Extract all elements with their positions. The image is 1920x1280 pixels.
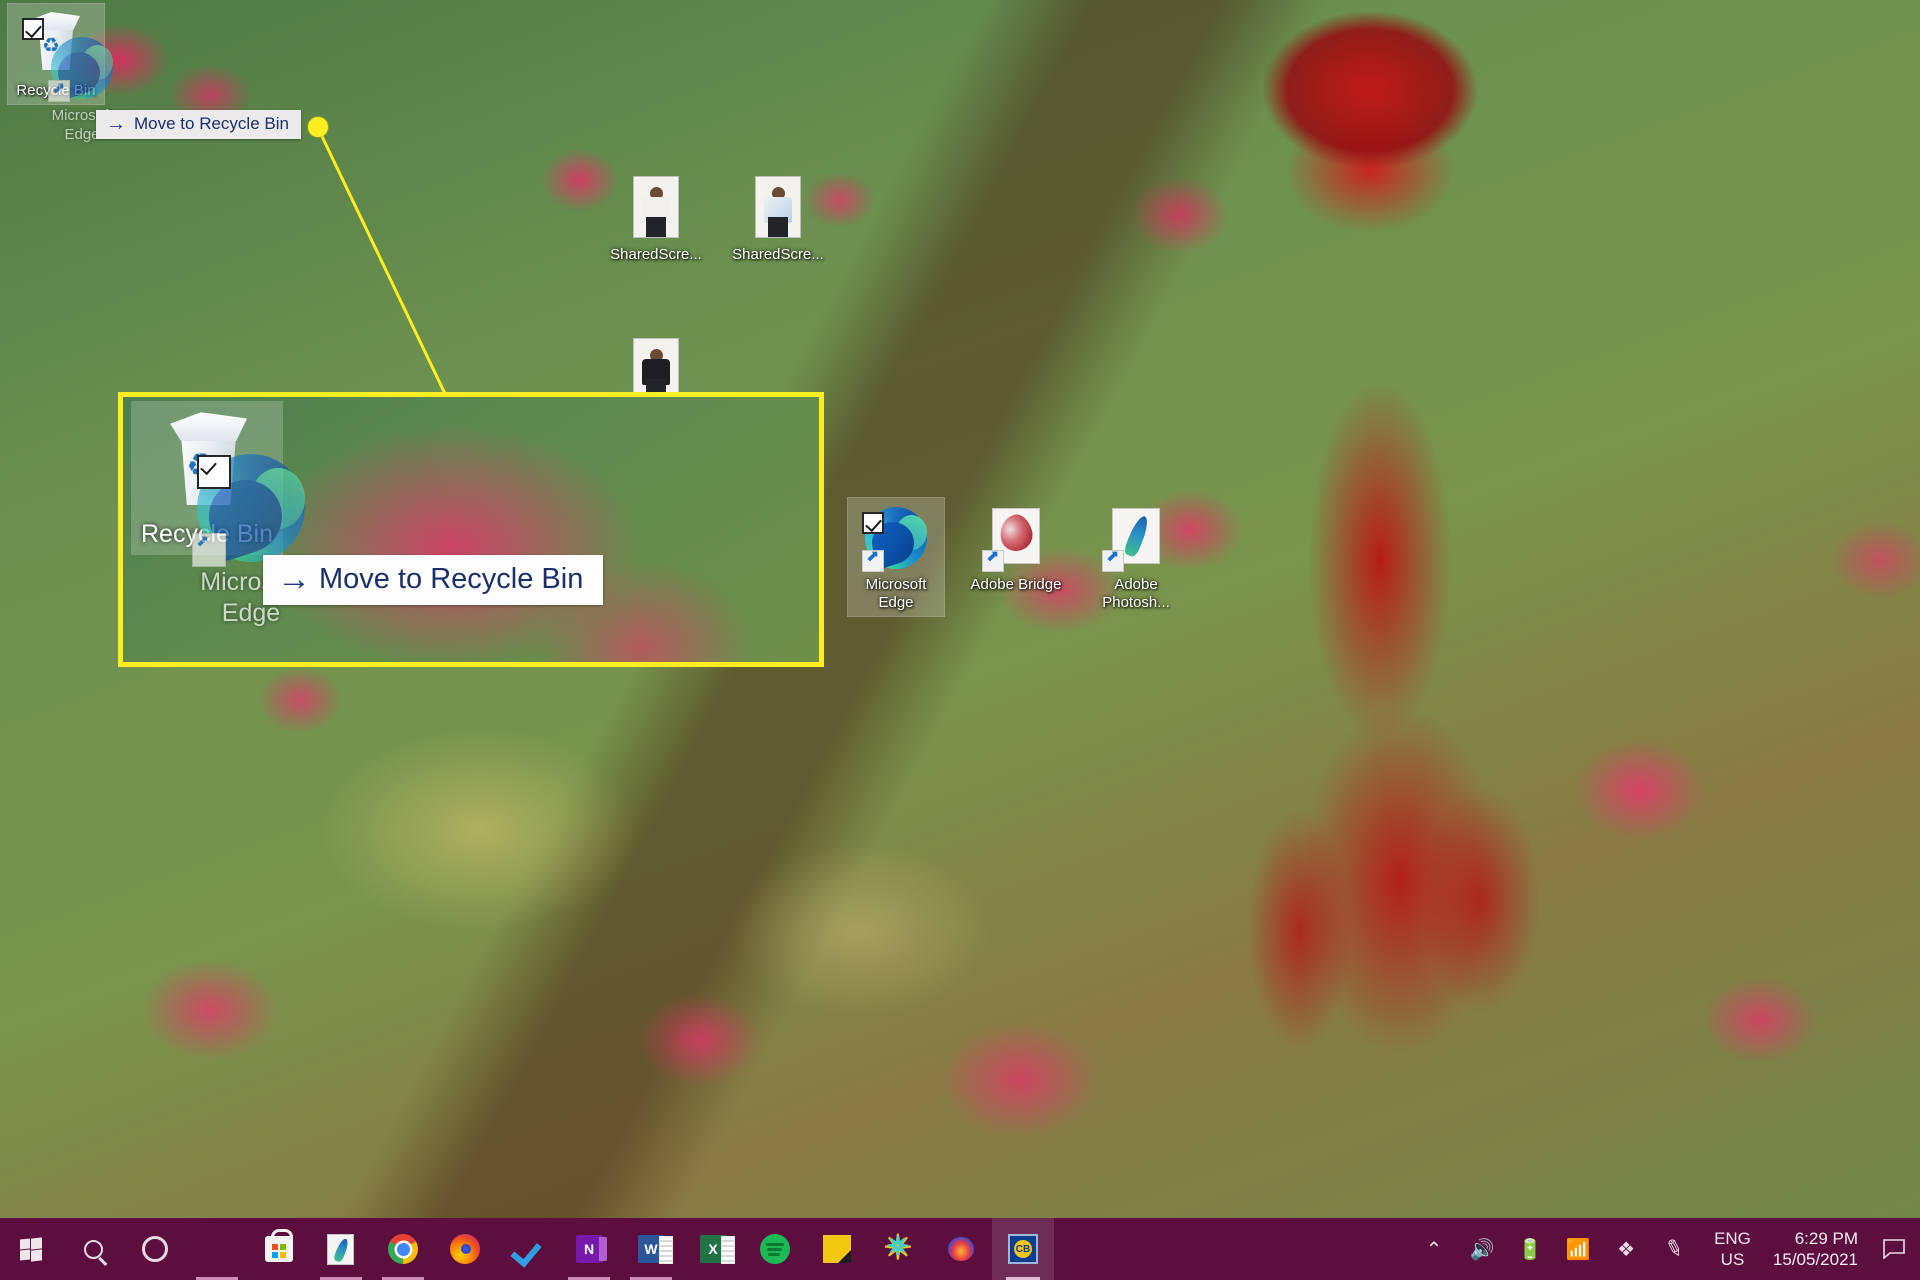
desktop[interactable]: ♻ Recycle Bin Microsoft Edge → Move to R… xyxy=(0,0,1920,1280)
taskbar-onenote-button[interactable]: N xyxy=(558,1218,620,1280)
onenote-icon: N xyxy=(575,1235,607,1263)
taskbar-mathematica-button[interactable] xyxy=(868,1218,930,1280)
wifi-icon[interactable]: 📶 xyxy=(1554,1218,1602,1280)
firefox-icon xyxy=(450,1234,480,1264)
selection-checkbox-icon[interactable] xyxy=(22,18,44,40)
show-hidden-icons-button[interactable]: ⌃ xyxy=(1410,1218,1458,1280)
taskbar-sticky-notes-button[interactable] xyxy=(806,1218,868,1280)
callout-drag-tooltip-text: Move to Recycle Bin xyxy=(319,562,584,595)
cortana-circle-icon xyxy=(142,1236,168,1262)
word-icon: W xyxy=(637,1235,673,1264)
annotation-callout-box: ♻ Recycle Bin Microsoft Edge xyxy=(118,392,824,667)
cortana-button[interactable] xyxy=(124,1218,186,1280)
star-burst-icon xyxy=(884,1228,914,1268)
shortcut-arrow-icon xyxy=(862,548,884,572)
excel-icon: X xyxy=(699,1235,735,1264)
store-icon xyxy=(265,1229,293,1262)
taskbar-cb-app-button[interactable]: CB xyxy=(992,1218,1054,1280)
cb-icon: CB xyxy=(1008,1234,1038,1264)
shortcut-arrow-icon xyxy=(192,531,226,567)
windows-logo-icon xyxy=(20,1237,42,1262)
action-center-icon xyxy=(1883,1239,1905,1259)
language-line1: ENG xyxy=(1714,1229,1751,1248)
language-line2: US xyxy=(1720,1250,1745,1269)
search-button[interactable] xyxy=(62,1218,124,1280)
taskbar-todo-button[interactable] xyxy=(496,1218,558,1280)
search-icon xyxy=(83,1239,103,1259)
taskbar-chrome-button[interactable] xyxy=(372,1218,434,1280)
language-indicator[interactable]: ENG US xyxy=(1698,1228,1767,1270)
headphones-icon xyxy=(946,1235,976,1263)
taskbar-store-button[interactable] xyxy=(248,1218,310,1280)
start-button[interactable] xyxy=(0,1218,62,1280)
spotify-icon xyxy=(760,1234,790,1264)
action-center-button[interactable] xyxy=(1872,1218,1916,1280)
sticky-note-icon xyxy=(823,1235,851,1263)
battery-charging-icon[interactable]: 🔋 xyxy=(1506,1218,1554,1280)
taskbar[interactable]: N W X CB xyxy=(0,1218,1920,1280)
shortcut-arrow-icon xyxy=(1102,548,1124,572)
photoshop-feather-icon xyxy=(325,1233,357,1265)
arrow-right-icon: → xyxy=(277,560,311,598)
taskbar-audio-app-button[interactable] xyxy=(930,1218,992,1280)
selection-checkbox-icon[interactable] xyxy=(862,512,884,534)
taskbar-firefox-button[interactable] xyxy=(434,1218,496,1280)
shortcut-arrow-icon xyxy=(982,548,1004,572)
pen-icon[interactable]: ✎ xyxy=(1642,1212,1707,1280)
callout-drag-tooltip: → Move to Recycle Bin xyxy=(263,555,604,605)
chrome-icon xyxy=(388,1234,418,1264)
clock-time: 6:29 PM xyxy=(1794,1229,1858,1248)
check-icon xyxy=(512,1234,542,1264)
taskbar-photoshop-button[interactable] xyxy=(310,1218,372,1280)
clock-date: 15/05/2021 xyxy=(1772,1250,1858,1269)
clock[interactable]: 6:29 PM 15/05/2021 xyxy=(1767,1228,1872,1270)
taskbar-word-button[interactable]: W xyxy=(620,1218,682,1280)
volume-icon[interactable]: 🔊 xyxy=(1458,1218,1506,1280)
taskbar-edge-button[interactable] xyxy=(186,1218,248,1280)
annotation-anchor-dot xyxy=(308,117,328,137)
taskbar-spotify-button[interactable] xyxy=(744,1218,806,1280)
taskbar-excel-button[interactable]: X xyxy=(682,1218,744,1280)
system-tray[interactable]: ⌃ 🔊 🔋 📶 ❖ ✎ ENG US 6:29 PM 15/05/2021 xyxy=(1410,1218,1920,1280)
selection-checkbox-icon xyxy=(197,455,231,489)
edge-icon xyxy=(201,1233,233,1265)
